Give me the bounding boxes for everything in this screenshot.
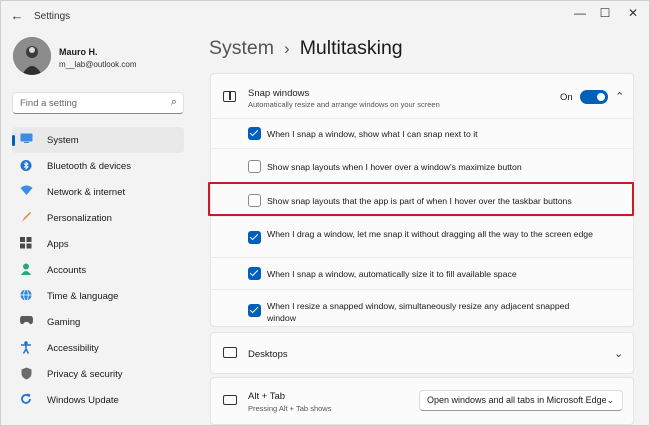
chevron-down-icon: ⌄ (606, 395, 614, 406)
highlight-box (208, 182, 634, 216)
sidebar-item-label: Windows Update (47, 394, 119, 406)
snap-option-label: When I drag a window, let me snap it wit… (267, 229, 593, 239)
sidebar-item-windows-update[interactable]: Windows Update (12, 387, 184, 413)
accessibility-icon (19, 341, 33, 355)
chevron-down-icon[interactable]: ⌄ (614, 347, 623, 360)
sidebar-item-label: Time & language (47, 290, 119, 302)
sidebar-item-label: Privacy & security (47, 368, 123, 380)
sidebar-item-label: Accounts (47, 264, 87, 276)
snap-option-checkbox[interactable] (248, 231, 261, 244)
breadcrumb-parent[interactable]: System (209, 37, 274, 60)
update-icon (19, 393, 33, 407)
toggle-state-label: On (560, 92, 573, 103)
desktops-card[interactable]: Desktops ⌄ (210, 332, 634, 374)
sidebar-nav: System Bluetooth & devices Network & int… (12, 127, 184, 413)
wifi-icon (19, 185, 33, 199)
sidebar-item-accessibility[interactable]: Accessibility (12, 335, 184, 361)
sidebar-item-personalization[interactable]: Personalization (12, 205, 184, 231)
snap-option-label: Show snap layouts when I hover over a wi… (267, 162, 522, 172)
snap-option-checkbox[interactable] (248, 304, 261, 317)
snap-option-row[interactable]: When I snap a window, show what I can sn… (211, 118, 633, 148)
snap-option-label: When I snap a window, show what I can sn… (267, 129, 478, 139)
user-email: m__lab@outlook.com (59, 60, 137, 69)
sidebar-item-label: Bluetooth & devices (47, 160, 131, 172)
alt-tab-card: Alt + Tab Pressing Alt + Tab shows Open … (210, 377, 634, 425)
system-icon (19, 133, 33, 147)
snap-option-label: When I snap a window, automatically size… (267, 269, 517, 279)
alt-tab-description: Pressing Alt + Tab shows (248, 404, 332, 413)
snap-option-checkbox[interactable] (248, 127, 261, 140)
sidebar-item-gaming[interactable]: Gaming (12, 309, 184, 335)
chevron-right-icon: › (284, 38, 290, 58)
alt-tab-icon (223, 395, 237, 405)
snap-option-row[interactable]: When I resize a snapped window, simultan… (211, 289, 633, 327)
page-title: Multitasking (299, 37, 403, 59)
app-title: Settings (34, 11, 71, 22)
sidebar-item-label: System (47, 134, 79, 146)
avatar[interactable] (13, 37, 51, 75)
sidebar-item-bluetooth[interactable]: Bluetooth & devices (12, 153, 184, 179)
sidebar-item-network[interactable]: Network & internet (12, 179, 184, 205)
globe-icon (19, 289, 33, 303)
person-icon (19, 263, 33, 277)
bluetooth-icon (19, 159, 33, 173)
desktops-icon (223, 347, 237, 358)
title-bar: ← Settings — ☐ ✕ (1, 1, 649, 31)
apps-icon (19, 237, 33, 251)
shield-icon (19, 367, 33, 381)
sidebar-item-time-language[interactable]: Time & language (12, 283, 184, 309)
desktops-title: Desktops (248, 349, 288, 360)
maximize-icon[interactable]: ☐ (593, 5, 617, 21)
search-input[interactable] (13, 93, 163, 114)
close-icon[interactable]: ✕ (621, 5, 645, 21)
snap-layout-icon (223, 91, 236, 102)
alt-tab-selected-value: Open windows and all tabs in Microsoft E… (427, 395, 607, 405)
sidebar-item-apps[interactable]: Apps (12, 231, 184, 257)
chevron-up-icon[interactable]: ⌄ (615, 89, 624, 102)
sidebar-item-label: Accessibility (47, 342, 99, 354)
sidebar-item-label: Gaming (47, 316, 81, 328)
sidebar-item-label: Apps (47, 238, 69, 250)
snap-windows-header[interactable]: Snap windows Automatically resize and ar… (211, 74, 633, 118)
sidebar-item-privacy-security[interactable]: Privacy & security (12, 361, 184, 387)
back-arrow-icon[interactable]: ← (9, 9, 25, 23)
sidebar-item-label: Personalization (47, 212, 112, 224)
brush-icon (19, 211, 33, 225)
user-name: Mauro H. (59, 47, 98, 57)
snap-windows-description: Automatically resize and arrange windows… (248, 100, 440, 109)
snap-option-row[interactable]: Show snap layouts when I hover over a wi… (211, 148, 633, 182)
avatar-image-icon (13, 37, 51, 75)
snap-option-checkbox[interactable] (248, 267, 261, 280)
minimize-icon[interactable]: — (568, 5, 592, 21)
search-icon[interactable]: ⌕ (171, 96, 177, 109)
snap-windows-title: Snap windows (248, 88, 310, 99)
alt-tab-title: Alt + Tab (248, 391, 286, 402)
sidebar-item-system[interactable]: System (12, 127, 184, 153)
snap-option-checkbox[interactable] (248, 160, 261, 173)
alt-tab-dropdown[interactable]: Open windows and all tabs in Microsoft E… (419, 390, 623, 411)
settings-window: ← Settings — ☐ ✕ Mauro H. m__lab@outlook… (0, 0, 650, 426)
snap-option-row[interactable]: When I snap a window, automatically size… (211, 257, 633, 289)
sidebar-item-label: Network & internet (47, 186, 126, 198)
gamepad-icon (19, 315, 33, 329)
snap-option-row[interactable]: When I drag a window, let me snap it wit… (211, 216, 633, 257)
snap-option-label: When I resize a snapped window, simultan… (267, 301, 570, 323)
sidebar-item-accounts[interactable]: Accounts (12, 257, 184, 283)
snap-windows-toggle[interactable] (580, 90, 608, 104)
search-box[interactable]: ⌕ (12, 92, 184, 114)
breadcrumb: System › Multitasking (209, 37, 403, 60)
